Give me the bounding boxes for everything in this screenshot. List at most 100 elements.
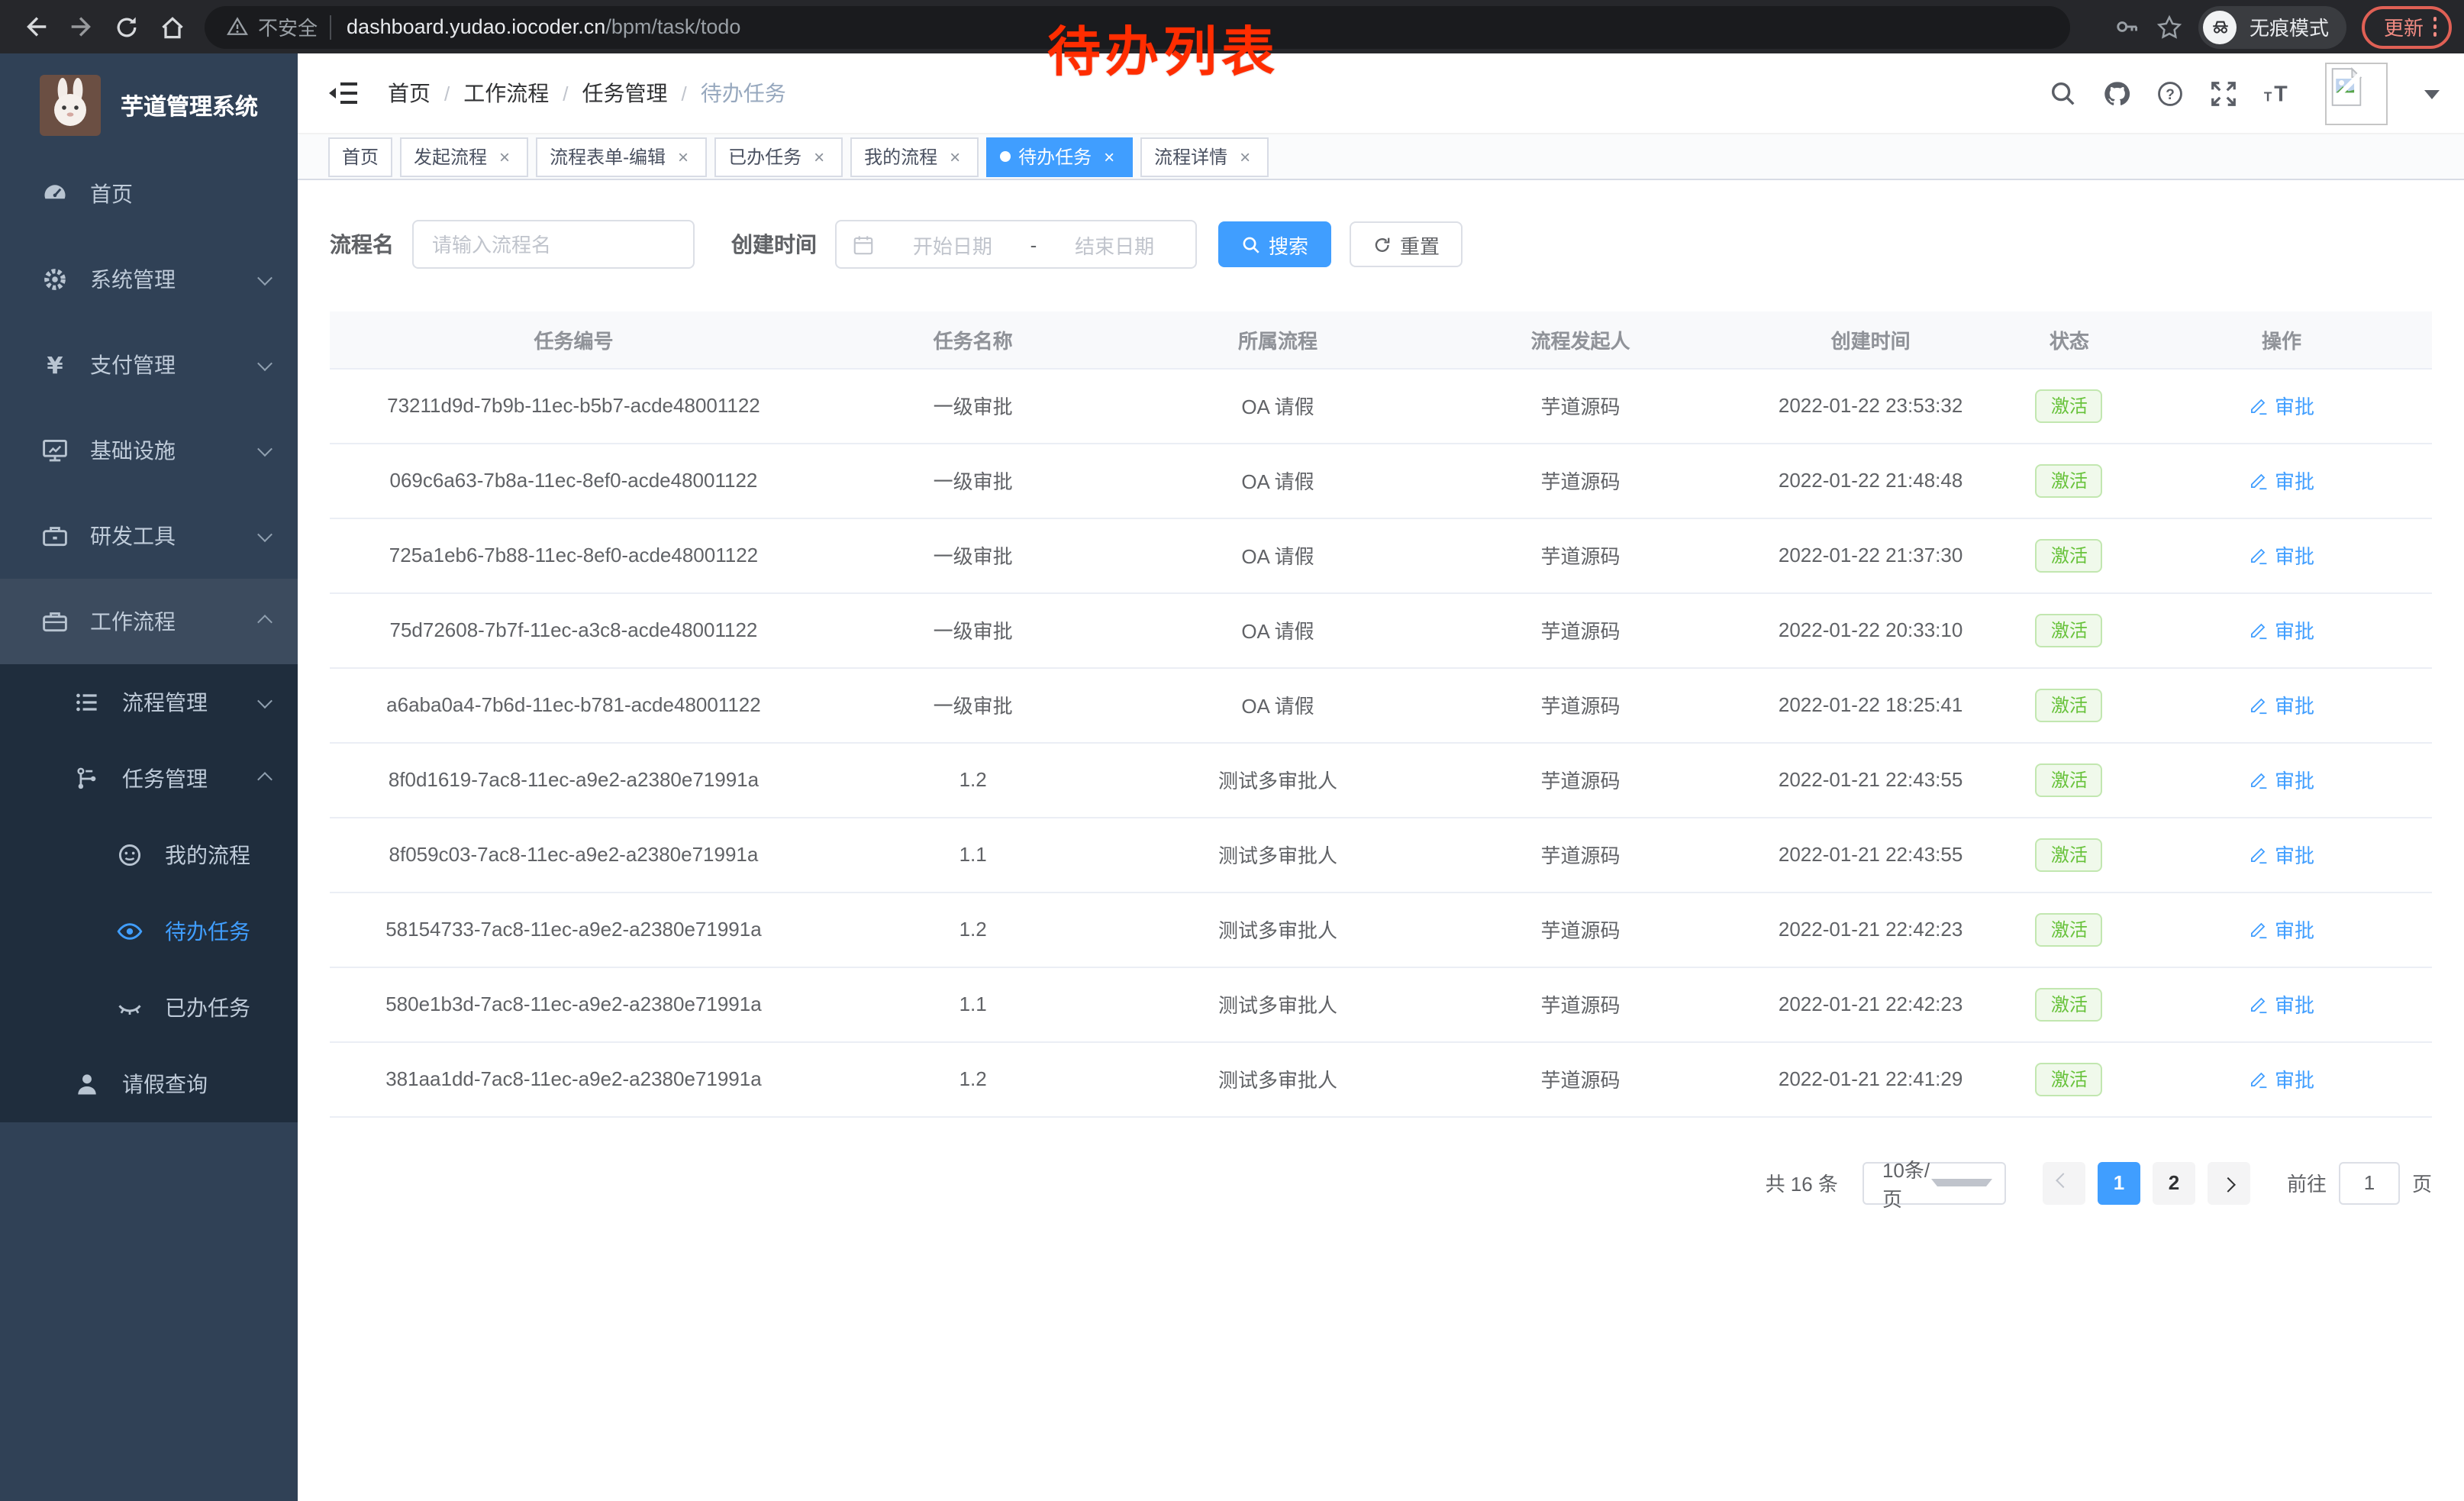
close-tab-icon[interactable]: × <box>1099 146 1119 167</box>
browser-back-button[interactable] <box>12 4 58 50</box>
edit-pen-icon <box>2249 620 2269 640</box>
page-number-button[interactable]: 1 <box>2098 1161 2140 1204</box>
table-row[interactable]: 8f0d1619-7ac8-11ec-a9e2-a2380e71991a 1.2… <box>330 742 2432 817</box>
page-size-select[interactable]: 10条/页 <box>1863 1161 2006 1204</box>
view-tab[interactable]: 待办任务 × <box>986 137 1133 176</box>
toolbox-icon <box>41 522 69 550</box>
view-tab[interactable]: 流程表单-编辑 × <box>536 137 707 176</box>
fullscreen-icon[interactable] <box>2209 79 2238 108</box>
approve-link[interactable]: 审批 <box>2249 989 2314 1018</box>
cell-task-name: 一级审批 <box>818 443 1129 518</box>
close-tab-icon[interactable]: × <box>1235 146 1255 167</box>
approve-link[interactable]: 审批 <box>2249 840 2314 869</box>
date-range-picker[interactable]: 开始日期 - 结束日期 <box>835 220 1197 269</box>
column-header: 所属流程 <box>1128 311 1427 368</box>
close-tab-icon[interactable]: × <box>809 146 829 167</box>
close-tab-icon[interactable]: × <box>673 146 693 167</box>
avatar-dropdown-caret[interactable] <box>2424 89 2440 106</box>
table-header-row: 任务编号任务名称所属流程流程发起人创建时间状态操作 <box>330 311 2432 368</box>
table-row[interactable]: 381aa1dd-7ac8-11ec-a9e2-a2380e71991a 1.2… <box>330 1041 2432 1116</box>
table-row[interactable]: 58154733-7ac8-11ec-a9e2-a2380e71991a 1.2… <box>330 892 2432 967</box>
sidebar-item[interactable]: ¥ 支付管理 <box>0 322 298 408</box>
security-label[interactable]: 不安全 <box>258 12 318 41</box>
approve-label: 审批 <box>2275 765 2314 794</box>
table-row[interactable]: 725a1eb6-7b88-11ec-8ef0-acde48001122 一级审… <box>330 518 2432 592</box>
view-tab[interactable]: 发起流程 × <box>400 137 528 176</box>
approve-link[interactable]: 审批 <box>2249 690 2314 719</box>
browser-reload-button[interactable] <box>104 4 150 50</box>
font-size-icon[interactable]: TT <box>2262 79 2291 108</box>
svg-text:?: ? <box>2166 86 2175 102</box>
table-row[interactable]: 580e1b3d-7ac8-11ec-a9e2-a2380e71991a 1.1… <box>330 967 2432 1041</box>
svg-text:T: T <box>2264 89 2272 104</box>
sidebar-item[interactable]: 请假查询 <box>0 1046 298 1122</box>
approve-link[interactable]: 审批 <box>2249 615 2314 644</box>
table-row[interactable]: 75d72608-7b7f-11ec-a3c8-acde48001122 一级审… <box>330 592 2432 667</box>
breadcrumb-workflow[interactable]: 工作流程 <box>463 78 549 108</box>
view-tab[interactable]: 流程详情 × <box>1140 137 1269 176</box>
approve-link[interactable]: 审批 <box>2249 391 2314 420</box>
approve-link[interactable]: 审批 <box>2249 541 2314 570</box>
sidebar-item[interactable]: 已办任务 <box>0 970 298 1046</box>
table-row[interactable]: a6aba0a4-7b6d-11ec-b781-acde48001122 一级审… <box>330 667 2432 742</box>
incognito-badge: 无痕模式 <box>2199 5 2347 48</box>
next-page-button[interactable] <box>2208 1161 2250 1204</box>
sidebar-item[interactable]: 我的流程 <box>0 817 298 893</box>
approve-link[interactable]: 审批 <box>2249 466 2314 495</box>
bookmark-star-icon[interactable] <box>2156 13 2184 40</box>
table-row[interactable]: 069c6a63-7b8a-11ec-8ef0-acde48001122 一级审… <box>330 443 2432 518</box>
approve-link[interactable]: 审批 <box>2249 1064 2314 1093</box>
user-avatar-broken-image[interactable] <box>2325 62 2388 124</box>
sidebar-item[interactable]: 流程管理 <box>0 664 298 741</box>
sidebar-item[interactable]: 待办任务 <box>0 893 298 970</box>
cell-task-id: 8f059c03-7ac8-11ec-a9e2-a2380e71991a <box>330 817 818 892</box>
update-label: 更新 <box>2384 12 2424 41</box>
goto-page-input[interactable] <box>2339 1161 2400 1204</box>
breadcrumb-task-mgmt[interactable]: 任务管理 <box>582 78 668 108</box>
monitor-icon <box>41 437 69 464</box>
app-title: 芋道管理系统 <box>121 89 258 121</box>
search-button[interactable]: 搜索 <box>1218 221 1331 267</box>
edit-pen-icon <box>2249 844 2269 864</box>
browser-forward-button[interactable] <box>58 4 104 50</box>
sidebar-item[interactable]: 任务管理 <box>0 741 298 817</box>
approve-link[interactable]: 审批 <box>2249 915 2314 944</box>
refresh-icon <box>1372 234 1392 254</box>
reset-button[interactable]: 重置 <box>1350 221 1463 267</box>
approve-link[interactable]: 审批 <box>2249 765 2314 794</box>
cell-task-id: a6aba0a4-7b6d-11ec-b781-acde48001122 <box>330 667 818 742</box>
breadcrumb-current: 待办任务 <box>701 78 786 108</box>
process-name-label: 流程名 <box>330 229 394 260</box>
start-date-placeholder[interactable]: 开始日期 <box>887 230 1018 259</box>
prev-page-button[interactable] <box>2043 1161 2085 1204</box>
collapse-sidebar-icon[interactable] <box>327 76 360 110</box>
key-icon[interactable] <box>2115 14 2141 40</box>
app-logo-row[interactable]: 芋道管理系统 <box>0 53 298 151</box>
sidebar-item[interactable]: 系统管理 <box>0 237 298 322</box>
github-icon[interactable] <box>2102 79 2131 108</box>
sidebar-item[interactable]: 工作流程 <box>0 579 298 664</box>
process-name-input[interactable] <box>412 220 695 269</box>
cell-process: OA 请假 <box>1128 592 1427 667</box>
browser-home-button[interactable] <box>150 4 195 50</box>
sidebar-item[interactable]: 基础设施 <box>0 408 298 493</box>
sidebar-item[interactable]: 研发工具 <box>0 493 298 579</box>
view-tab[interactable]: 首页 <box>328 137 392 176</box>
browser-menu-icon[interactable] <box>2433 18 2437 37</box>
close-tab-icon[interactable]: × <box>945 146 965 167</box>
chevron-right-icon <box>2221 1177 2237 1193</box>
close-tab-icon[interactable]: × <box>495 146 514 167</box>
search-icon[interactable] <box>2049 79 2078 108</box>
end-date-placeholder[interactable]: 结束日期 <box>1049 230 1180 259</box>
view-tab[interactable]: 我的流程 × <box>850 137 979 176</box>
view-tab[interactable]: 已办任务 × <box>714 137 843 176</box>
page-number-button[interactable]: 2 <box>2153 1161 2195 1204</box>
help-icon[interactable]: ? <box>2156 79 2185 108</box>
cell-process: OA 请假 <box>1128 667 1427 742</box>
table-row[interactable]: 73211d9d-7b9b-11ec-b5b7-acde48001122 一级审… <box>330 368 2432 443</box>
breadcrumb-home[interactable]: 首页 <box>388 78 431 108</box>
edit-pen-icon <box>2249 919 2269 939</box>
table-row[interactable]: 8f059c03-7ac8-11ec-a9e2-a2380e71991a 1.1… <box>330 817 2432 892</box>
browser-update-button[interactable]: 更新 <box>2362 5 2452 48</box>
sidebar-item[interactable]: 首页 <box>0 151 298 237</box>
